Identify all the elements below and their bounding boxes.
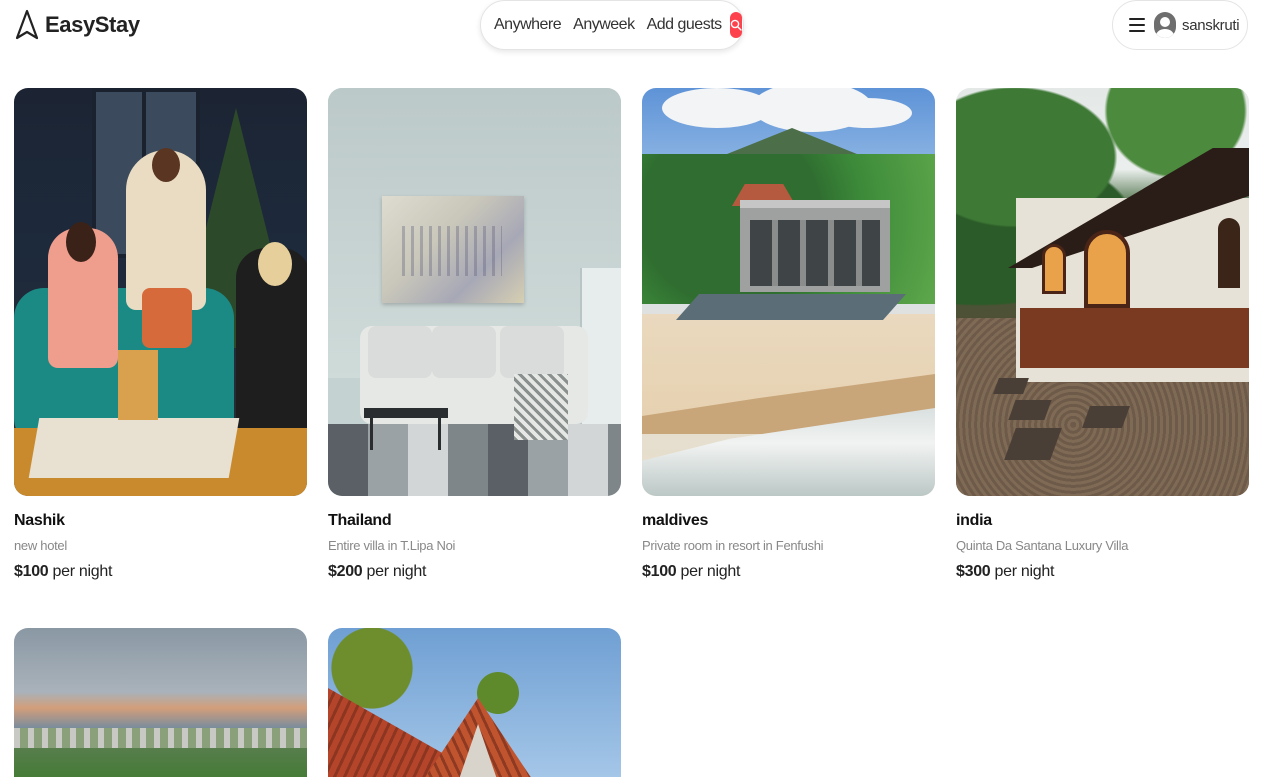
- user-avatar-icon: [1154, 12, 1176, 38]
- listing-card[interactable]: maldives Private room in resort in Fenfu…: [642, 88, 935, 581]
- listing-card[interactable]: [14, 628, 307, 777]
- search-button[interactable]: [729, 12, 742, 38]
- listing-photo[interactable]: [328, 88, 621, 496]
- listing-price-amount: $100: [14, 563, 49, 580]
- brand-name: EasyStay: [45, 12, 140, 37]
- listing-subtitle: Private room in resort in Fenfushi: [642, 538, 824, 553]
- listing-subtitle: Quinta Da Santana Luxury Villa: [956, 538, 1129, 553]
- listing-card[interactable]: [328, 628, 621, 777]
- listing-title: india: [956, 512, 992, 529]
- listing-title: Nashik: [14, 512, 65, 529]
- listing-photo[interactable]: [14, 628, 307, 777]
- listing-subtitle: Entire villa in T.Lipa Noi: [328, 538, 456, 553]
- username: sanskruti: [1182, 16, 1240, 34]
- listing-price-unit: per night: [990, 563, 1055, 580]
- listing-photo[interactable]: [14, 88, 307, 496]
- listing-title: Thailand: [328, 512, 392, 529]
- listing-price: $300 per night: [956, 563, 1249, 581]
- listing-price: $100 per night: [14, 563, 307, 581]
- search-dates[interactable]: Anyweek: [573, 16, 635, 34]
- listing-price-unit: per night: [48, 563, 113, 580]
- user-menu-button[interactable]: sanskruti: [1112, 0, 1248, 50]
- listing-photo[interactable]: [328, 628, 621, 777]
- listing-card[interactable]: india Quinta Da Santana Luxury Villa $30…: [956, 88, 1249, 581]
- search-bar[interactable]: Anywhere Anyweek Add guests: [480, 0, 744, 50]
- compass-logo-icon: [15, 9, 39, 40]
- listing-price: $100 per night: [642, 563, 935, 581]
- listing-title: maldives: [642, 512, 709, 529]
- search-icon: [730, 19, 742, 31]
- listing-price: $200 per night: [328, 563, 621, 581]
- listing-price-unit: per night: [676, 563, 741, 580]
- brand-logo[interactable]: EasyStay: [14, 9, 140, 41]
- listing-photo[interactable]: [956, 88, 1249, 496]
- listing-subtitle: new hotel: [14, 538, 67, 553]
- listing-card[interactable]: Nashik new hotel $100 per night: [14, 88, 307, 581]
- listing-photo[interactable]: [642, 88, 935, 496]
- listing-card[interactable]: Thailand Entire villa in T.Lipa Noi $200…: [328, 88, 621, 581]
- listing-price-amount: $300: [956, 563, 991, 580]
- search-guests[interactable]: Add guests: [647, 16, 723, 34]
- search-location[interactable]: Anywhere: [494, 16, 562, 34]
- listing-price-amount: $200: [328, 563, 363, 580]
- listing-price-unit: per night: [362, 563, 427, 580]
- listing-price-amount: $100: [642, 563, 677, 580]
- hamburger-menu-icon: [1129, 18, 1145, 32]
